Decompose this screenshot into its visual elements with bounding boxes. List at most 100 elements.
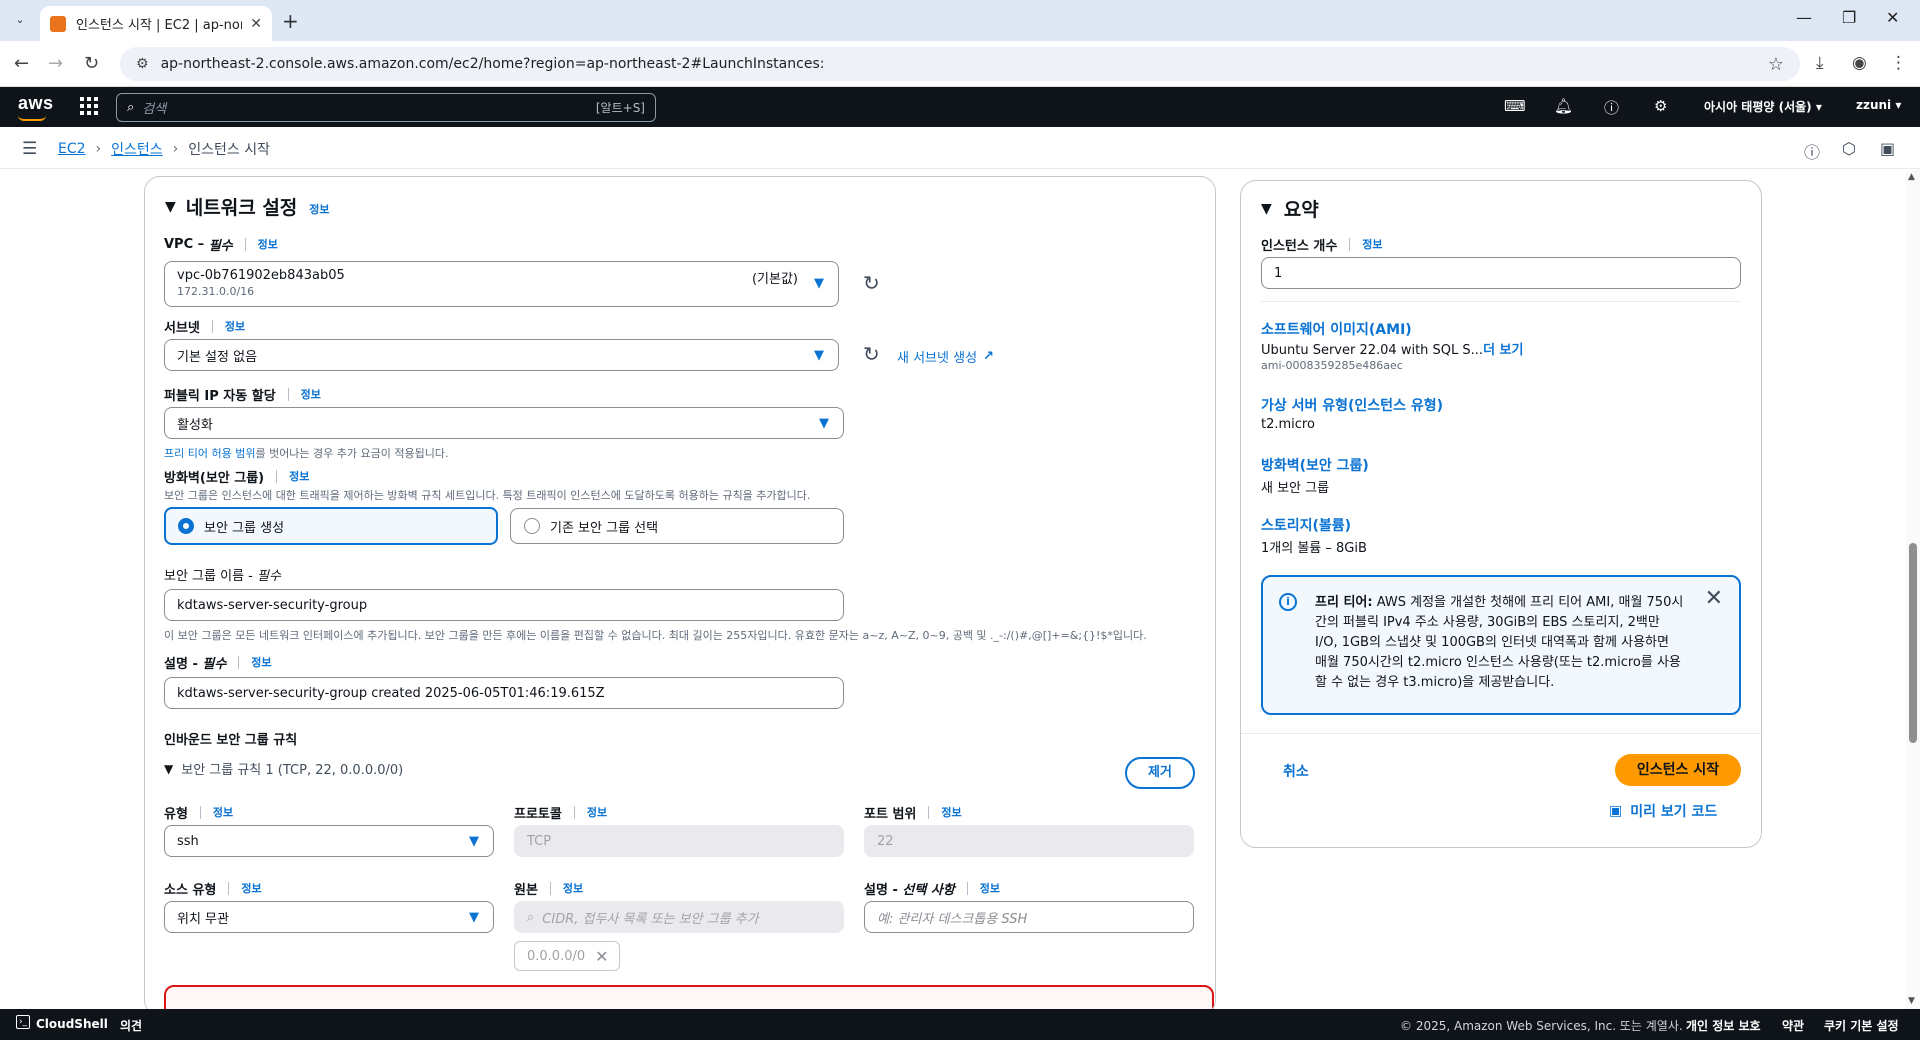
cookie-preferences-link[interactable]: 쿠키 기본 설정 <box>1824 1017 1899 1034</box>
privacy-link[interactable]: 개인 정보 보호 <box>1686 1017 1761 1034</box>
remove-rule-button[interactable]: 제거 <box>1125 757 1195 789</box>
rule-1-header[interactable]: ▼ 보안 그룹 규칙 1 (TCP, 22, 0.0.0.0/0) <box>164 759 403 779</box>
remove-token-icon[interactable]: ✕ <box>595 947 608 966</box>
menu-kebab-icon[interactable]: ⋮ <box>1890 53 1907 73</box>
storage-link[interactable]: 스토리지(볼륨) <box>1261 515 1351 535</box>
source-info-link[interactable]: 정보 <box>549 882 583 895</box>
reload-icon[interactable]: ↻ <box>84 53 99 74</box>
description-info-link[interactable]: 정보 <box>238 656 272 669</box>
preview-code-text: 미리 보기 코드 <box>1630 804 1718 820</box>
breadcrumb-current: 인스턴스 시작 <box>188 142 271 158</box>
free-tier-link[interactable]: 프리 티어 허용 범위 <box>164 447 255 460</box>
collapse-caret-icon[interactable]: ▼ <box>165 199 176 215</box>
close-icon[interactable]: ✕ <box>1705 588 1723 610</box>
description-value: kdtaws-server-security-group created 202… <box>177 685 605 701</box>
instance-count-info-link[interactable]: 정보 <box>1349 238 1383 251</box>
type-info-link[interactable]: 정보 <box>199 806 233 819</box>
cloudshell-link[interactable]: CloudShell <box>36 1017 108 1031</box>
feedback-icon[interactable]: ▣ <box>1880 139 1895 158</box>
rule-description-label: 설명 - 선택 사항 정보 <box>864 879 1000 898</box>
instance-count-value: 1 <box>1274 265 1283 281</box>
source-type-select[interactable]: 위치 무관 ▼ <box>164 901 494 933</box>
source-type-info-link[interactable]: 정보 <box>228 882 262 895</box>
protocol-label-text: 프로토콜 <box>514 807 562 822</box>
terms-link[interactable]: 약관 <box>1782 1017 1804 1034</box>
subnet-value: 기본 설정 없음 <box>177 349 258 365</box>
cancel-button[interactable]: 취소 <box>1283 761 1309 781</box>
type-select[interactable]: ssh ▼ <box>164 825 494 857</box>
info-panel-icon[interactable]: ⓘ <box>1804 139 1820 163</box>
scroll-up-icon[interactable]: ▲ <box>1908 172 1915 182</box>
firewall-summary-link[interactable]: 방화벽(보안 그룹) <box>1261 455 1369 475</box>
browser-tab-bar: ⌄ 인스턴스 시작 | EC2 | ap-northeast-2 ✕ + — ❐… <box>0 0 1920 41</box>
services-grid-icon[interactable] <box>80 97 98 115</box>
aws-logo[interactable]: aws <box>18 93 54 121</box>
public-ip-select[interactable]: 활성화 ▼ <box>164 407 844 439</box>
port-info-link[interactable]: 정보 <box>928 806 962 819</box>
chevron-down-icon: ▼ <box>819 415 829 431</box>
new-tab-icon[interactable]: + <box>282 9 299 33</box>
back-icon[interactable]: ← <box>14 53 29 74</box>
create-subnet-link[interactable]: 새 서브넷 생성 ↗ <box>897 347 994 366</box>
rule-desc-info-link[interactable]: 정보 <box>966 882 1000 895</box>
public-ip-label: 퍼블릭 IP 자동 할당 정보 <box>164 385 321 404</box>
scrollbar-thumb[interactable] <box>1909 543 1917 743</box>
hamburger-menu-icon[interactable]: ☰ <box>22 139 37 159</box>
chevron-right-icon: › <box>172 141 179 157</box>
create-security-group-option[interactable]: 보안 그룹 생성 <box>164 507 498 545</box>
protocol-info-link[interactable]: 정보 <box>573 806 607 819</box>
vpc-select[interactable]: vpc-0b761902eb843ab05 172.31.0.0/16 (기본값… <box>164 261 839 307</box>
source-placeholder: CIDR, 접두사 목록 또는 보안 그룹 추가 <box>542 911 759 927</box>
preview-code-button[interactable]: ▣ 미리 보기 코드 <box>1609 801 1717 821</box>
existing-security-group-option[interactable]: 기존 보안 그룹 선택 <box>510 508 844 544</box>
site-settings-icon[interactable]: ⚙ <box>136 56 149 72</box>
ami-value: Ubuntu Server 22.04 with SQL S...더 보기 <box>1261 339 1523 358</box>
collapse-caret-icon[interactable]: ▼ <box>1261 201 1272 217</box>
feedback-link[interactable]: 의견 <box>120 1017 142 1034</box>
firewall-description: 보안 그룹은 인스턴스에 대한 트래픽을 제어하는 방화벽 규칙 세트입니다. … <box>164 489 811 502</box>
scroll-down-icon[interactable]: ▼ <box>1908 996 1915 1006</box>
help-icon[interactable]: ⓘ <box>1604 97 1619 118</box>
sg-name-input[interactable]: kdtaws-server-security-group <box>164 589 844 621</box>
forward-icon[interactable]: → <box>48 53 63 74</box>
notifications-bell-icon[interactable]: 🔔︎ <box>1554 97 1573 115</box>
settings-hex-icon[interactable]: ⬡ <box>1842 139 1856 158</box>
breadcrumb-ec2[interactable]: EC2 <box>58 141 86 157</box>
instance-count-input[interactable]: 1 <box>1261 257 1741 289</box>
account-menu[interactable]: zzuni ▾ <box>1856 98 1901 112</box>
instance-count-label: 인스턴스 개수 정보 <box>1261 235 1383 254</box>
close-window-icon[interactable]: ✕ <box>1886 8 1899 27</box>
ami-link[interactable]: 소프트웨어 이미지(AMI) <box>1261 319 1412 339</box>
page-scrollbar[interactable]: ▲ ▼ <box>1906 170 1920 1009</box>
ami-more-link[interactable]: 더 보기 <box>1483 343 1523 358</box>
firewall-label: 방화벽(보안 그룹) 정보 <box>164 467 309 486</box>
settings-gear-icon[interactable]: ⚙ <box>1654 97 1667 115</box>
url-input[interactable]: ⚙ ap-northeast-2.console.aws.amazon.com/… <box>120 47 1800 81</box>
aws-search-input[interactable]: ⌕ 검색 [알트+S] <box>116 93 656 122</box>
type-value: ssh <box>177 833 199 849</box>
divider <box>1241 733 1761 734</box>
public-ip-info-link[interactable]: 정보 <box>287 388 321 401</box>
restore-icon[interactable]: ❐ <box>1842 8 1856 27</box>
region-selector[interactable]: 아시아 태평양 (서울) ▾ <box>1704 98 1822 115</box>
cloudshell-icon[interactable]: ⌨ <box>1504 97 1526 115</box>
refresh-vpc-icon[interactable]: ↻ <box>863 271 880 295</box>
network-info-link[interactable]: 정보 <box>309 201 329 217</box>
subnet-info-link[interactable]: 정보 <box>211 320 245 333</box>
instance-type-link[interactable]: 가상 서버 유형(인스턴스 유형) <box>1261 395 1443 415</box>
vpc-info-link[interactable]: 정보 <box>244 238 278 251</box>
minimize-icon[interactable]: — <box>1796 8 1812 27</box>
browser-tab[interactable]: 인스턴스 시작 | EC2 | ap-northeast-2 ✕ <box>40 6 272 41</box>
rule-description-input[interactable]: 예: 관리자 데스크톱용 SSH <box>864 901 1194 933</box>
profile-icon[interactable]: ◉ <box>1852 53 1867 73</box>
launch-instance-button[interactable]: 인스턴스 시작 <box>1615 754 1741 786</box>
subnet-select[interactable]: 기본 설정 없음 ▼ <box>164 339 839 371</box>
bookmark-star-icon[interactable]: ☆ <box>1768 54 1784 75</box>
refresh-subnet-icon[interactable]: ↻ <box>863 342 880 366</box>
firewall-info-link[interactable]: 정보 <box>276 470 309 483</box>
description-input[interactable]: kdtaws-server-security-group created 202… <box>164 677 844 709</box>
download-icon[interactable]: ⤓ <box>1816 53 1824 73</box>
close-tab-icon[interactable]: ✕ <box>250 16 262 32</box>
tab-search-chevron-icon[interactable]: ⌄ <box>10 10 30 30</box>
breadcrumb-instances[interactable]: 인스턴스 <box>111 139 163 159</box>
